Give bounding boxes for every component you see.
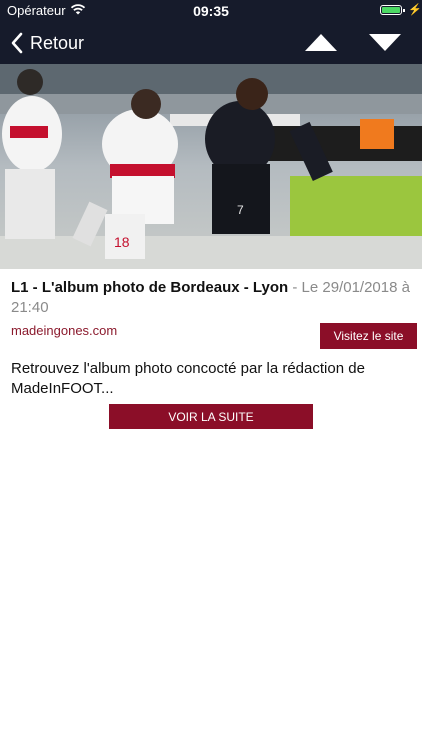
- visit-site-button[interactable]: Visitez le site: [320, 323, 417, 349]
- kit-number-7: 7: [237, 203, 244, 217]
- article-headline: L1 - L'album photo de Bordeaux - Lyon - …: [11, 278, 411, 318]
- article-title: L1 - L'album photo de Bordeaux - Lyon: [11, 279, 289, 296]
- navigation-bar: Retour: [0, 22, 422, 64]
- back-button[interactable]: Retour: [10, 30, 84, 56]
- article-summary: Retrouvez l'album photo concocté par la …: [11, 360, 365, 397]
- battery-icon: [380, 5, 405, 15]
- read-more-button[interactable]: VOIR LA SUITE: [109, 404, 313, 429]
- status-bar: Opérateur 09:35 ⚡: [0, 0, 422, 22]
- charging-icon: ⚡: [408, 4, 422, 16]
- article-source[interactable]: madeingones.com: [11, 323, 117, 338]
- top-bar: Opérateur 09:35 ⚡ Retour: [0, 0, 422, 64]
- article-photo: 18 7: [0, 64, 422, 269]
- next-article-button[interactable]: [369, 34, 401, 51]
- previous-article-button[interactable]: [305, 34, 337, 51]
- clock: 09:35: [193, 3, 229, 19]
- back-label: Retour: [30, 32, 85, 53]
- chevron-left-icon: [11, 32, 23, 54]
- kit-number-18: 18: [114, 234, 130, 250]
